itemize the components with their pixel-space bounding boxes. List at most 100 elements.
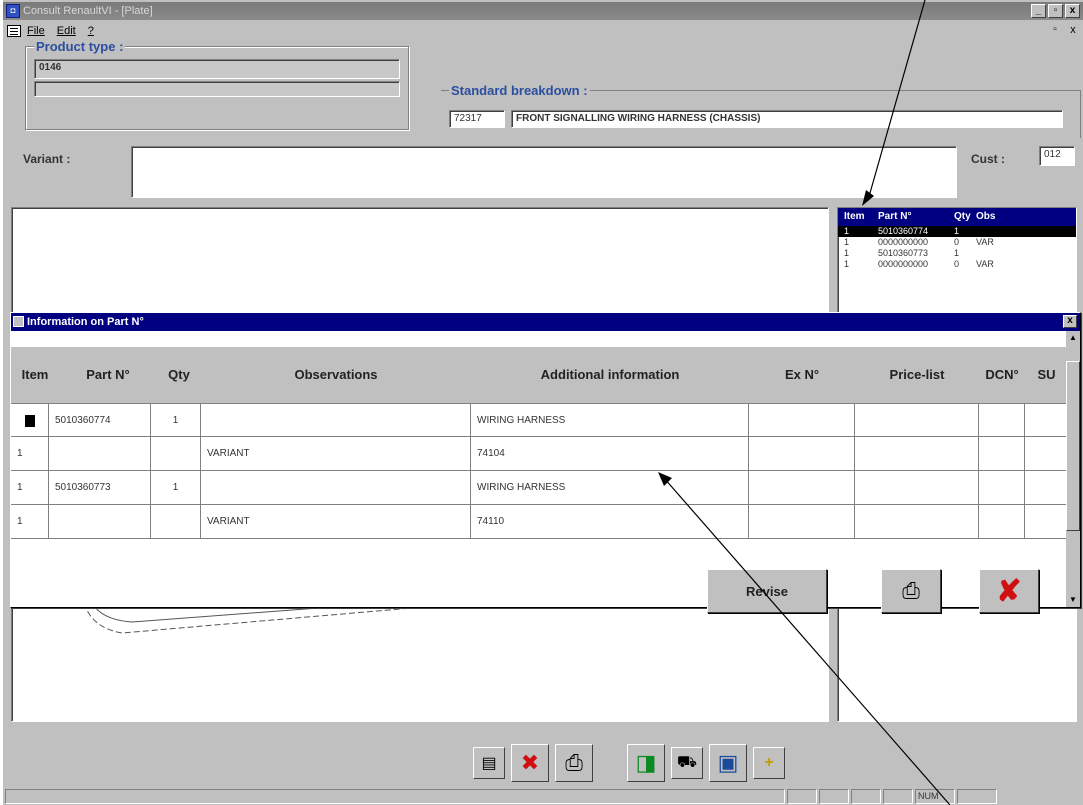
menu-bar: File Edit ? ▫ x xyxy=(3,22,1083,40)
delete-icon[interactable]: ✖ xyxy=(511,744,549,782)
col-observations[interactable]: Observations xyxy=(201,347,471,403)
close-button[interactable]: x xyxy=(1065,4,1080,18)
plus-icon[interactable]: + xyxy=(753,747,785,779)
window-titlebar[interactable]: ◘ Consult RenaultVI - [Plate] _ ▫ x xyxy=(3,2,1083,20)
product-type-code-field: 0146 xyxy=(34,59,400,79)
cust-label: Cust : xyxy=(971,152,1005,166)
col-qty[interactable]: Qty xyxy=(157,347,201,403)
col-additional-info[interactable]: Additional information xyxy=(471,347,749,403)
window-title: Consult RenaultVI - [Plate] xyxy=(23,5,153,17)
table-row[interactable]: 5010360774 1 WIRING HARNESS xyxy=(11,403,1068,438)
cart-icon[interactable]: ⛟ xyxy=(671,747,703,779)
list-icon[interactable]: ▤ xyxy=(473,747,505,779)
cell-part xyxy=(49,505,151,539)
breakdown-code-field: 72317 xyxy=(449,110,505,128)
parts-list-row[interactable]: 1 5010360774 1 xyxy=(838,226,1076,237)
parts-list-row[interactable]: 1 5010360773 1 xyxy=(838,248,1076,259)
cell-price xyxy=(855,505,979,539)
cell-part: 5010360773 xyxy=(49,471,151,505)
cell-additional-info: WIRING HARNESS xyxy=(471,471,749,505)
cell-price xyxy=(855,404,979,438)
product-type-group: Product type : 0146 xyxy=(25,39,409,130)
cell-ex xyxy=(749,505,855,539)
row-indicator-icon xyxy=(11,404,49,438)
parts-row-item: 1 xyxy=(844,248,850,258)
scroll-up-icon[interactable]: ▲ xyxy=(1066,331,1080,345)
parts-row-obs: VAR xyxy=(976,259,994,269)
cell-price xyxy=(855,471,979,505)
col-price-list[interactable]: Price-list xyxy=(855,347,979,403)
parts-row-item: 1 xyxy=(844,259,850,269)
breakdown-description-field: FRONT SIGNALLING WIRING HARNESS (CHASSIS… xyxy=(511,110,1063,128)
cell-qty xyxy=(151,437,201,471)
menu-edit[interactable]: Edit xyxy=(57,25,76,37)
table-row[interactable]: 1 VARIANT 74110 xyxy=(11,505,1068,539)
printer-icon[interactable]: ⎙ xyxy=(881,569,941,613)
dialog-title: Information on Part N° xyxy=(27,316,144,328)
parts-row-qty: 1 xyxy=(954,248,960,258)
parts-list-header: Item Part N° Qty Obs xyxy=(838,208,1076,226)
maximize-button[interactable]: ▫ xyxy=(1048,4,1063,18)
bottom-toolbar: ▤ ✖ ⎙ ◨ ⛟ ▣ + xyxy=(473,744,785,782)
minimize-button[interactable]: _ xyxy=(1031,4,1046,18)
product-type-label: Product type : xyxy=(34,39,126,54)
col-dcn[interactable]: DCN° xyxy=(979,347,1025,403)
status-panel-main xyxy=(5,789,785,804)
table-row[interactable]: 1 5010360773 1 WIRING HARNESS xyxy=(11,471,1068,505)
cell-observations: VARIANT xyxy=(201,437,471,471)
parts-row-qty: 0 xyxy=(954,237,960,247)
parts-col-obs[interactable]: Obs xyxy=(972,208,1012,226)
col-part[interactable]: Part N° xyxy=(59,347,157,403)
document-restore-button[interactable]: ▫ xyxy=(1048,24,1062,38)
cell-qty xyxy=(151,505,201,539)
red-x-icon[interactable]: ✘ xyxy=(979,569,1039,613)
revise-button[interactable]: Revise xyxy=(707,569,827,613)
printer-icon[interactable]: ⎙ xyxy=(555,744,593,782)
status-panel xyxy=(787,789,817,804)
parts-row-obs: VAR xyxy=(976,237,994,247)
menu-help[interactable]: ? xyxy=(88,25,94,37)
cell-su xyxy=(1025,505,1068,539)
parts-row-part: 5010360774 xyxy=(878,226,929,236)
cell-observations xyxy=(201,471,471,505)
menu-file[interactable]: File xyxy=(27,25,45,37)
table-row[interactable]: 1 VARIANT 74104 xyxy=(11,437,1068,471)
cell-item: 1 xyxy=(11,471,49,505)
parts-list-row[interactable]: 1 0000000000 0 VAR xyxy=(838,259,1076,270)
parts-row-obs xyxy=(972,226,1012,237)
parts-col-qty[interactable]: Qty xyxy=(950,208,972,226)
scroll-thumb[interactable] xyxy=(1066,361,1080,531)
status-panel xyxy=(883,789,913,804)
computer-icon[interactable]: ▣ xyxy=(709,744,747,782)
part-info-dialog: Information on Part N° x Item Part N° Qt… xyxy=(10,312,1081,613)
document-close-button[interactable]: x xyxy=(1066,24,1080,38)
product-type-extra-field xyxy=(34,81,400,97)
status-bar: NUM xyxy=(3,788,1083,805)
exit-door-icon[interactable]: ◨ xyxy=(627,744,665,782)
scroll-down-icon[interactable]: ▼ xyxy=(1066,593,1080,607)
cell-additional-info: WIRING HARNESS xyxy=(471,404,749,438)
status-panel xyxy=(957,789,997,804)
dialog-menu-icon[interactable] xyxy=(13,316,24,327)
cell-part xyxy=(49,437,151,471)
parts-list-row[interactable]: 1 0000000000 0 VAR xyxy=(838,237,1076,248)
parts-row-qty: 0 xyxy=(954,259,960,269)
col-su[interactable]: SU xyxy=(1025,347,1068,403)
parts-col-item[interactable]: Item xyxy=(838,208,870,226)
cell-additional-info: 74110 xyxy=(471,505,749,539)
parts-col-part[interactable]: Part N° xyxy=(870,208,950,226)
parts-row-part: 5010360773 xyxy=(878,248,929,258)
cust-field: 012 xyxy=(1039,146,1075,166)
parts-row-part: 0000000000 xyxy=(878,237,929,247)
parts-row-qty: 1 xyxy=(954,226,960,236)
col-item[interactable]: Item xyxy=(11,347,59,403)
document-menu-icon[interactable] xyxy=(7,25,21,37)
status-panel xyxy=(851,789,881,804)
variant-field[interactable] xyxy=(131,146,957,198)
dialog-close-button[interactable]: x xyxy=(1063,315,1077,328)
dialog-scrollbar[interactable]: ▲ ▼ xyxy=(1066,331,1080,607)
cell-qty: 1 xyxy=(151,471,201,505)
dialog-titlebar[interactable]: Information on Part N° x xyxy=(11,313,1080,331)
app-icon[interactable]: ◘ xyxy=(6,4,20,18)
col-ex[interactable]: Ex N° xyxy=(749,347,855,403)
